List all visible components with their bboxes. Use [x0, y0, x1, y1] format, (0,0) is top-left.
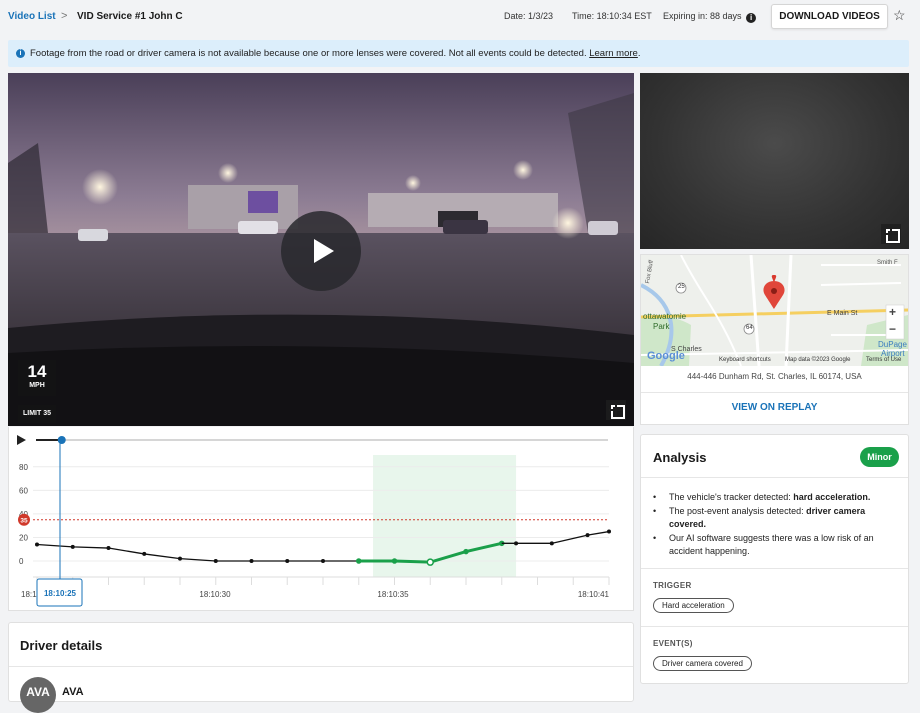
events-label: EVENT(S) — [653, 639, 693, 648]
bullet-text: Our AI software suggests there was a low… — [669, 532, 874, 557]
driver-camera-video[interactable] — [640, 73, 909, 249]
speed-point — [585, 533, 590, 538]
speed-limit-label: 35 — [20, 517, 28, 524]
speed-point — [70, 544, 75, 549]
event-time: Time: 18:10:34 EST — [572, 11, 652, 21]
divider — [641, 392, 908, 393]
speed-chart[interactable]: 0204060803518:1018:10:3018:10:3518:10:41… — [9, 427, 633, 611]
y-tick-label: 20 — [19, 533, 28, 542]
breadcrumb-current: VID Service #1 John C — [77, 11, 183, 22]
speed-point — [213, 559, 218, 563]
camera-covered-banner: i Footage from the road or driver camera… — [8, 40, 909, 67]
bullet-text: The post-event analysis detected: — [669, 505, 807, 516]
severity-badge: Minor — [860, 447, 899, 467]
divider — [641, 626, 908, 627]
view-on-replay-link[interactable]: VIEW ON REPLAY — [641, 402, 908, 413]
map-label-hwy25: 25 — [678, 284, 685, 290]
zoom-out-button[interactable]: − — [889, 322, 896, 336]
banner-period: . — [637, 48, 641, 59]
map-label-dupage: DuPage — [878, 340, 907, 349]
map-data-credit: Map data ©2023 Google — [785, 357, 851, 363]
trigger-label: TRIGGER — [653, 581, 692, 590]
analysis-card: Analysis Minor The vehicle's tracker det… — [640, 434, 909, 684]
speed-point — [549, 541, 554, 546]
expiring-text: Expiring in: 88 days — [663, 11, 742, 21]
playhead-label: 18:10:25 — [44, 589, 77, 598]
map-label-pottawatomie: ottawatomie — [643, 312, 687, 321]
breadcrumb-video-list-link[interactable]: Video List — [8, 11, 56, 22]
divider — [641, 477, 908, 478]
play-video-button[interactable] — [281, 211, 361, 291]
analysis-bullet: The post-event analysis detected: driver… — [653, 505, 903, 532]
analysis-bullet: The vehicle's tracker detected: hard acc… — [653, 491, 903, 505]
banner-text: Footage from the road or driver camera i… — [30, 48, 587, 59]
y-tick-label: 60 — [19, 486, 28, 495]
speed-chart-card: 0204060803518:1018:10:3018:10:3518:10:41… — [8, 427, 634, 611]
speed-point — [106, 546, 111, 551]
play-icon[interactable] — [17, 435, 26, 445]
progress-handle[interactable] — [57, 436, 66, 444]
event-speed-point — [391, 558, 398, 564]
driver-details-card: Driver details AVA AVA — [8, 622, 634, 713]
location-map-card: Fox Bluff 25 64 ottawatomie Park S Charl… — [640, 254, 909, 425]
event-address: 444-446 Dunham Rd, St. Charles, IL 60174… — [687, 372, 862, 381]
speed-point — [178, 556, 182, 561]
event-date: Date: 1/3/23 — [504, 11, 554, 21]
speed-point — [249, 559, 254, 563]
zoom-in-button[interactable]: + — [889, 305, 896, 319]
bullet-text: The vehicle's tracker detected: — [669, 492, 794, 502]
trigger-chip: Hard acceleration — [653, 598, 734, 613]
speed-line — [36, 543, 395, 562]
speed-point — [35, 542, 39, 547]
analysis-bullets: The vehicle's tracker detected: hard acc… — [653, 491, 903, 559]
event-speed-point — [356, 558, 362, 564]
x-tick-label: 18:10:35 — [377, 590, 409, 599]
road-camera-video[interactable]: 14 MPH LIMIT 35 — [8, 73, 634, 426]
speed-limit-overlay: LIMIT 35 — [18, 405, 56, 423]
download-videos-button[interactable]: DOWNLOAD VIDEOS — [771, 4, 888, 29]
speed-point — [142, 551, 147, 556]
driver-details-title: Driver details — [20, 638, 103, 653]
learn-more-link[interactable]: Learn more — [589, 48, 638, 59]
bullet-highlight: hard acceleration. — [793, 492, 871, 502]
chevron-right-icon: > — [61, 10, 68, 22]
map-keyboard-shortcuts[interactable]: Keyboard shortcuts — [719, 357, 771, 363]
map-label-park: Park — [653, 322, 670, 331]
divider — [641, 568, 908, 569]
progress-track[interactable] — [36, 439, 608, 441]
event-speed-point — [463, 548, 469, 555]
fullscreen-icon[interactable] — [606, 400, 626, 420]
info-icon: i — [16, 49, 25, 58]
driver-name[interactable]: AVA — [62, 686, 84, 698]
location-map[interactable]: Fox Bluff 25 64 ottawatomie Park S Charl… — [641, 255, 908, 366]
event-chip: Driver camera covered — [653, 656, 752, 671]
speed-point — [321, 559, 325, 563]
top-bar: Video List > VID Service #1 John C Date:… — [0, 0, 920, 34]
x-tick-label: 18:10:41 — [578, 590, 610, 599]
divider — [9, 666, 633, 667]
map-label-hwy64: 64 — [746, 325, 753, 331]
map-label-main: E Main St — [827, 310, 858, 317]
star-icon[interactable]: ☆ — [893, 7, 906, 24]
google-logo: Google — [647, 350, 685, 362]
avatar: AVA — [20, 677, 56, 713]
info-icon[interactable]: i — [746, 13, 757, 23]
fullscreen-icon[interactable] — [881, 224, 901, 244]
speed-unit: MPH — [29, 382, 45, 389]
y-tick-label: 0 — [19, 557, 24, 566]
speed-point — [607, 529, 611, 534]
expiring-info: Expiring in: 88 days i — [663, 11, 757, 23]
map-label-smith: Smith F — [877, 260, 898, 266]
map-terms-link[interactable]: Terms of Use — [866, 357, 901, 363]
speed-value: 14 — [27, 362, 47, 381]
speed-point — [514, 541, 519, 546]
analysis-title: Analysis — [653, 450, 707, 465]
x-tick-label: 18:10:30 — [199, 590, 231, 599]
speed-overlay: 14 MPH — [18, 360, 56, 396]
event-speed-point — [426, 558, 434, 566]
analysis-bullet: Our AI software suggests there was a low… — [653, 532, 903, 559]
y-tick-label: 80 — [19, 463, 28, 472]
speed-point — [285, 559, 290, 563]
